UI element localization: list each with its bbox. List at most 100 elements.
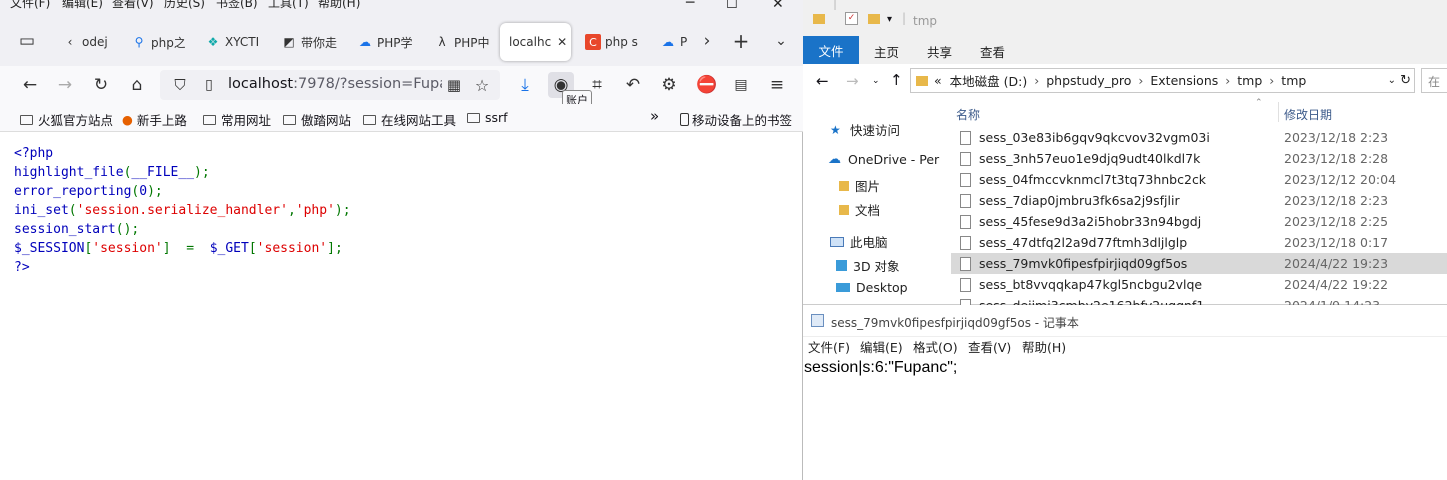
- search-box[interactable]: 在: [1421, 68, 1447, 93]
- close-tab-icon[interactable]: ✕: [557, 35, 567, 49]
- column-header-name[interactable]: 名称: [956, 106, 980, 123]
- ribbon-view-tab[interactable]: 查看: [980, 42, 1005, 61]
- mobile-bookmarks[interactable]: 移动设备上的书签: [680, 110, 792, 129]
- scroll-tabs-right-icon[interactable]: ›: [694, 28, 720, 54]
- properties-icon[interactable]: ✓: [845, 12, 858, 25]
- breadcrumb-tmp-current[interactable]: tmp: [1281, 73, 1306, 88]
- file-row[interactable]: sess_03e83ib6gqv9qkcvov32vgm03i 2023/12/1…: [951, 127, 1447, 148]
- code-token: 'php': [295, 203, 335, 218]
- ribbon-share-tab[interactable]: 共享: [927, 42, 952, 61]
- menu-tools[interactable]: 工具(T): [268, 0, 309, 11]
- tab-1[interactable]: ‹ odej: [62, 28, 114, 56]
- tab-overview-icon[interactable]: ▭: [14, 28, 40, 54]
- back-icon[interactable]: ←: [816, 72, 829, 90]
- tab-active[interactable]: localhc ✕: [500, 23, 571, 61]
- menu-edit[interactable]: 编辑(E): [62, 0, 103, 11]
- file-row[interactable]: sess_04fmccvknmcl7t3tq73hnbc2ck 2023/12/1…: [951, 169, 1447, 190]
- file-row[interactable]: sess_bt8vvqqkap47kgl5ncbgu2vlqe 2024/4/22…: [951, 274, 1447, 295]
- bookmark-item[interactable]: 傲踏网站: [283, 110, 351, 129]
- bookmark-item[interactable]: ssrf: [467, 110, 508, 125]
- maximize-icon[interactable]: ☐: [726, 0, 738, 12]
- menu-view[interactable]: 查看(V): [112, 0, 154, 11]
- bookmark-item[interactable]: 常用网址: [203, 110, 271, 129]
- nav-this-pc[interactable]: 此电脑: [830, 232, 888, 251]
- qat-dropdown-icon[interactable]: ▾: [887, 14, 892, 25]
- firefox-menubar: 文件(F) 编辑(E) 查看(V) 历史(S) 书签(B) 工具(T) 帮助(H…: [0, 0, 803, 14]
- address-bar[interactable]: « 本地磁盘 (D:) › phpstudy_pro › Extensions › t…: [910, 68, 1415, 93]
- breadcrumb-drive[interactable]: 本地磁盘 (D:): [950, 71, 1028, 90]
- tab-2[interactable]: ⚲ php之: [131, 28, 185, 56]
- back-icon[interactable]: ←: [17, 72, 43, 98]
- close-icon[interactable]: ✕: [772, 0, 784, 12]
- nav-3d-objects[interactable]: 3D 对象: [836, 256, 900, 275]
- notepad-menu-view[interactable]: 查看(V): [968, 337, 1011, 356]
- download-icon[interactable]: ⤓: [512, 72, 538, 98]
- nav-onedrive[interactable]: ☁ OneDrive - Per: [828, 152, 939, 167]
- tab-3[interactable]: ❖ XYCTI: [205, 28, 263, 56]
- new-tab-icon[interactable]: +: [728, 28, 754, 54]
- tab-9[interactable]: ☁ P: [660, 28, 692, 56]
- bookmark-star-icon[interactable]: ☆: [469, 72, 495, 98]
- code-token: [: [248, 241, 257, 256]
- qr-code-icon[interactable]: ▦: [441, 72, 467, 98]
- forward-icon[interactable]: →: [846, 72, 859, 90]
- nav-desktop[interactable]: Desktop: [836, 280, 908, 295]
- hamburger-menu-icon[interactable]: ≡: [764, 72, 790, 98]
- nav-documents[interactable]: 文档: [839, 200, 880, 219]
- forward-icon[interactable]: →: [52, 72, 78, 98]
- ribbon-file-tab[interactable]: 文件: [803, 36, 859, 64]
- file-row[interactable]: sess_45fese9d3a2i5hobr33n94bgdj 2023/12/1…: [951, 211, 1447, 232]
- minimize-icon[interactable]: ─: [686, 0, 694, 11]
- address-dropdown-icon[interactable]: ⌄: [1388, 75, 1396, 86]
- notepad-text-area[interactable]: session|s:6:"Fupanc";: [804, 359, 957, 377]
- url-text[interactable]: localhost:7978/?session=Fupanc: [228, 76, 442, 92]
- breadcrumb-tmp[interactable]: tmp: [1237, 73, 1262, 88]
- undo-icon[interactable]: ↶: [620, 72, 646, 98]
- file-row[interactable]: sess_47dtfq2l2a9d77ftmh3dljlglp 2023/12/1…: [951, 232, 1447, 253]
- tab-4[interactable]: ◩ 带你走: [281, 28, 339, 56]
- folder-icon: [839, 204, 849, 215]
- list-tabs-icon[interactable]: ⌄: [768, 28, 794, 54]
- tab-6[interactable]: λ PHP中: [434, 28, 490, 56]
- file-row[interactable]: sess_79mvk0fipesfpirjiqd09gf5os 2024/4/22…: [951, 253, 1447, 274]
- menu-file[interactable]: 文件(F): [10, 0, 50, 11]
- ribbon-home-tab[interactable]: 主页: [874, 42, 899, 61]
- tab-8[interactable]: Cphp s: [585, 28, 641, 56]
- nav-pictures[interactable]: 图片: [839, 176, 880, 195]
- home-icon[interactable]: ⌂: [124, 72, 150, 98]
- desktop-icon: [836, 283, 850, 292]
- notepad-menu-format[interactable]: 格式(O): [913, 337, 958, 356]
- up-icon[interactable]: ↑: [890, 71, 903, 89]
- reload-icon[interactable]: ↻: [88, 72, 114, 98]
- notepad-menu-file[interactable]: 文件(F): [808, 337, 850, 356]
- refresh-icon[interactable]: ↻: [1400, 73, 1411, 88]
- shield-icon[interactable]: ⛉: [167, 72, 193, 98]
- file-row[interactable]: sess_3nh57euo1e9djq9udt40lkdl7k 2023/12/1…: [951, 148, 1447, 169]
- adblock-icon[interactable]: ⛔: [694, 72, 720, 98]
- extensions-icon[interactable]: ⚙: [656, 72, 682, 98]
- file-row[interactable]: sess_dejimi3cmby2e162bfv2uggnf1 2024/1/9 …: [951, 295, 1447, 305]
- breadcrumb-extensions[interactable]: Extensions: [1150, 73, 1218, 88]
- folder-icon: [916, 75, 928, 86]
- notepad-menu-help[interactable]: 帮助(H): [1022, 337, 1066, 356]
- notepad-menu-edit[interactable]: 编辑(E): [860, 337, 903, 356]
- url-bar[interactable]: ⛉ ▯ localhost:7978/?session=Fupanc ▦ ☆: [160, 70, 500, 100]
- tab-5[interactable]: ☁ PHP学: [357, 28, 413, 56]
- new-folder-icon[interactable]: [868, 14, 880, 24]
- folder-icon: [839, 180, 849, 191]
- more-bookmarks-icon[interactable]: »: [650, 107, 659, 125]
- php-source-code: <?php highlight_file(__FILE__); error_repo…: [14, 144, 351, 277]
- bookmark-item[interactable]: 在线网站工具: [363, 110, 456, 129]
- menu-bookmarks[interactable]: 书签(B): [216, 0, 258, 11]
- breadcrumb-phpstudy[interactable]: phpstudy_pro: [1046, 73, 1131, 88]
- menu-history[interactable]: 历史(S): [164, 0, 205, 11]
- file-row[interactable]: sess_7diap0jmbru3fk6sa2j9sfjlir 2023/12/1…: [951, 190, 1447, 211]
- menu-help[interactable]: 帮助(H): [318, 0, 360, 11]
- column-header-date[interactable]: 修改日期: [1284, 106, 1332, 123]
- bookmark-item[interactable]: ● 新手上路: [122, 110, 187, 129]
- recent-locations-icon[interactable]: ⌄: [872, 76, 880, 86]
- bookmark-item[interactable]: 火狐官方站点: [20, 110, 113, 129]
- code-line: ?>: [14, 258, 351, 277]
- reader-icon[interactable]: ▤: [728, 72, 754, 98]
- nav-quick-access[interactable]: ★ 快速访问: [830, 120, 900, 139]
